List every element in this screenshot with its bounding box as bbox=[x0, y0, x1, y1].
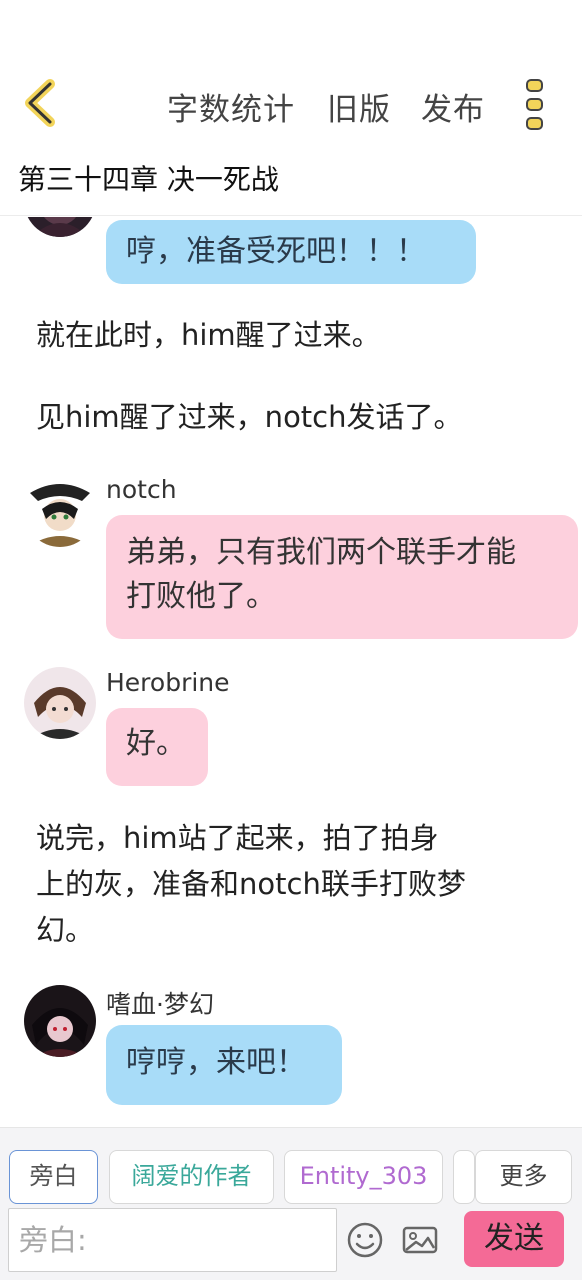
image-button[interactable] bbox=[400, 1220, 440, 1260]
message-line: 打败他了。 bbox=[126, 579, 276, 614]
role-tab-narration[interactable]: 旁白 bbox=[9, 1150, 98, 1204]
story-content[interactable]: 哼，准备受死吧！！！ 就在此时，him醒了过来。 见him醒了过来，notch发… bbox=[0, 217, 582, 1127]
avatar-herobrine[interactable] bbox=[24, 667, 96, 739]
publish-button[interactable]: 发布 bbox=[421, 84, 485, 129]
emoji-button[interactable] bbox=[345, 1220, 385, 1260]
role-tab-entity303[interactable]: Entity_303 bbox=[284, 1150, 443, 1204]
old-version-button[interactable]: 旧版 bbox=[327, 84, 391, 129]
chapter-title: 第三十四章 决一死战 bbox=[18, 163, 279, 196]
narration-text: 就在此时，him醒了过来。 bbox=[36, 318, 381, 352]
message-input-box[interactable] bbox=[8, 1208, 337, 1272]
narration-line: 幻。 bbox=[36, 913, 95, 947]
message-line: 弟弟，只有我们两个联手才能 bbox=[126, 535, 516, 570]
narration-text: 见him醒了过来，notch发话了。 bbox=[36, 400, 463, 434]
avatar-dream[interactable] bbox=[24, 985, 96, 1057]
more-menu-button[interactable] bbox=[524, 76, 546, 132]
speaker-name: 嗜血·梦幻 bbox=[106, 990, 214, 1019]
more-roles-button[interactable]: 更多 bbox=[475, 1150, 572, 1204]
avatar-image bbox=[24, 475, 96, 547]
image-icon bbox=[402, 1226, 438, 1254]
message-bubble: 哼，准备受死吧！！！ bbox=[106, 220, 476, 284]
back-button[interactable] bbox=[18, 76, 66, 130]
avatar-notch[interactable] bbox=[24, 475, 96, 547]
avatar-image bbox=[24, 217, 96, 237]
avatar-image bbox=[24, 985, 96, 1057]
message-bubble: 哼哼，来吧！ bbox=[106, 1025, 342, 1105]
narration-line: 上的灰，准备和notch联手打败梦 bbox=[36, 867, 466, 901]
narration-line: 说完，him站了起来，拍了拍身 bbox=[36, 821, 439, 855]
send-button[interactable]: 发送 bbox=[464, 1211, 564, 1267]
more-vertical-icon bbox=[526, 79, 543, 130]
narration-text: 说完，him站了起来，拍了拍身 上的灰，准备和notch联手打败梦 幻。 bbox=[36, 815, 466, 953]
role-tab-partial[interactable] bbox=[453, 1150, 475, 1204]
speaker-name: Herobrine bbox=[106, 668, 230, 697]
avatar-image bbox=[24, 667, 96, 739]
top-bar: 字数统计 旧版 发布 第三十四章 决一死战 bbox=[0, 0, 582, 216]
message-bubble: 好。 bbox=[106, 708, 208, 786]
message-input[interactable] bbox=[9, 1209, 336, 1271]
speaker-name: notch bbox=[106, 475, 177, 504]
message-bubble: 弟弟，只有我们两个联手才能 打败他了。 bbox=[106, 515, 578, 639]
role-tab-author[interactable]: 阔爱的作者 bbox=[109, 1150, 274, 1204]
emoji-icon bbox=[347, 1222, 383, 1258]
composer-bar: 旁白 阔爱的作者 Entity_303 更多 发送 bbox=[0, 1127, 582, 1280]
back-arrow-icon bbox=[25, 79, 55, 127]
word-count-button[interactable]: 字数统计 bbox=[167, 84, 295, 129]
avatar-dream[interactable] bbox=[24, 217, 96, 237]
